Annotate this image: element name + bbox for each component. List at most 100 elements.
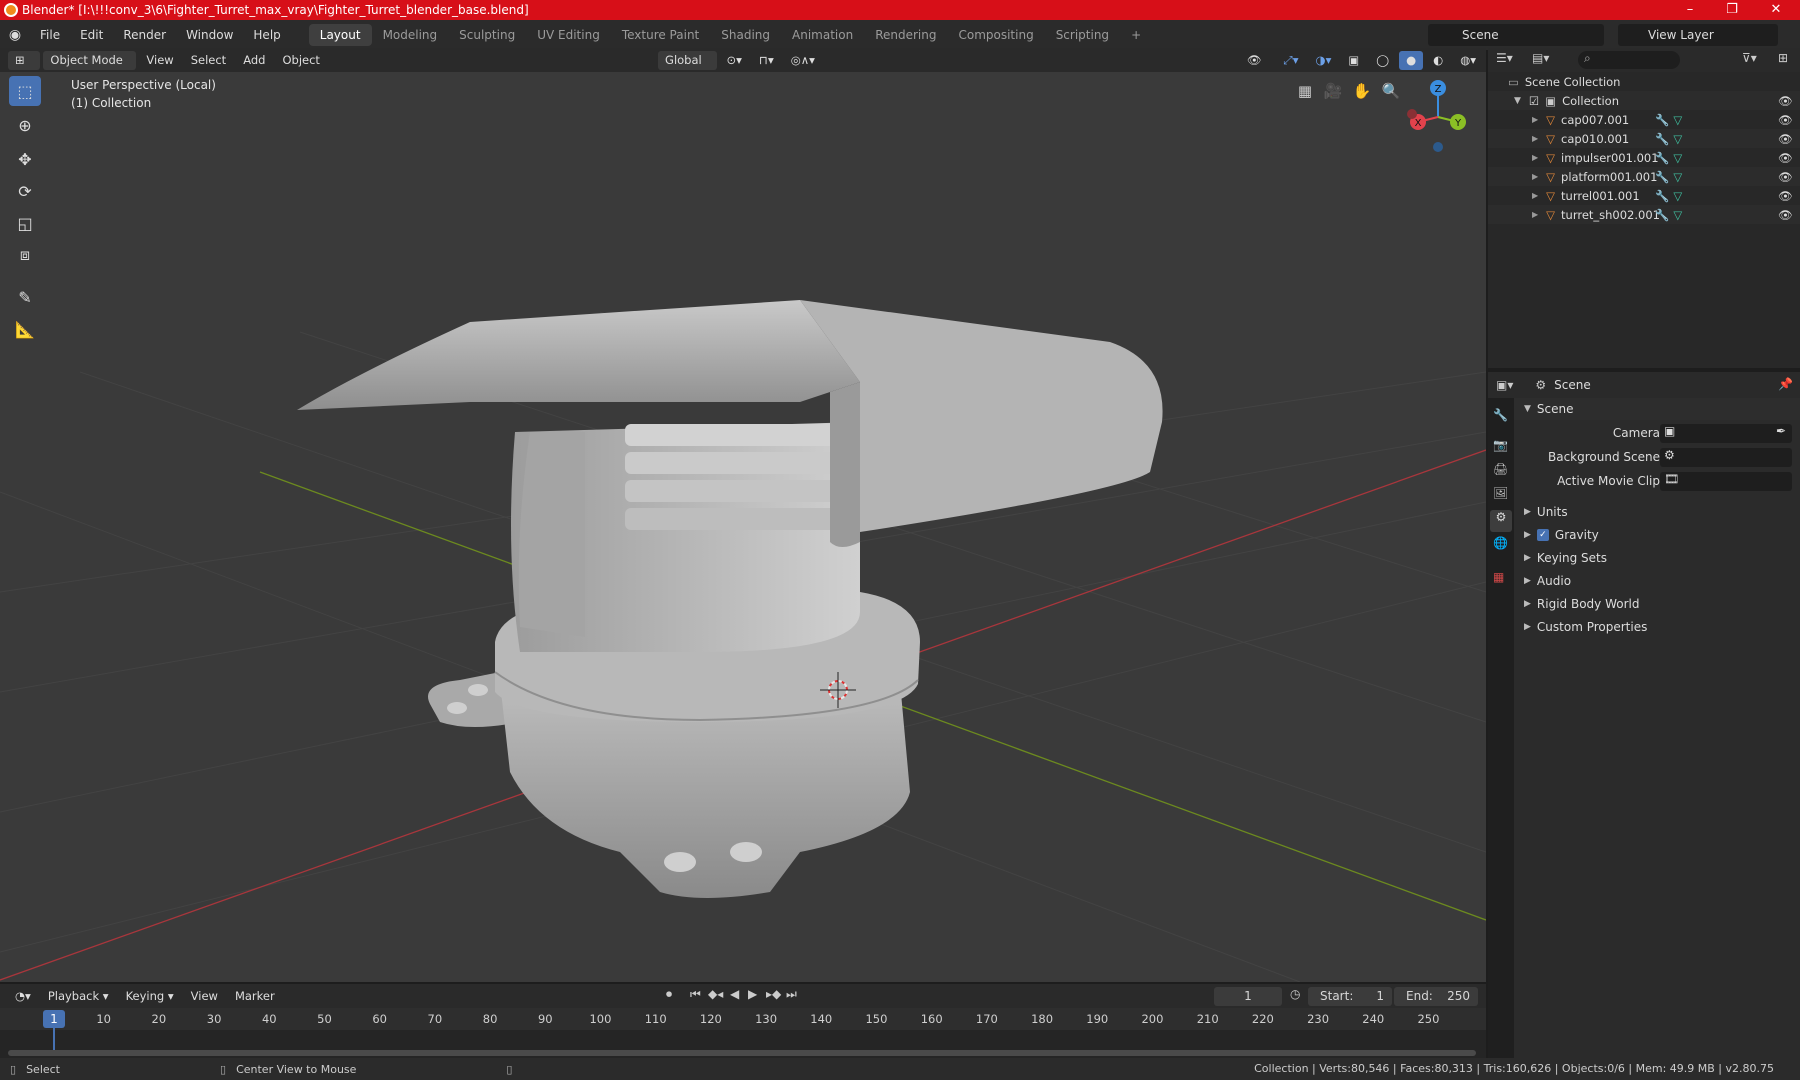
transform-tool-icon[interactable]: ⧈ — [9, 240, 41, 270]
expand-arrow-icon[interactable]: ▶ — [1532, 191, 1538, 200]
eye-icon[interactable]: 👁 — [1778, 132, 1793, 146]
menu-keying[interactable]: Keying ▾ — [119, 987, 181, 1006]
mesh-data-icon[interactable]: ▽ — [1673, 151, 1682, 165]
pivot-icon[interactable]: ⊙▾ — [720, 51, 749, 70]
menu-select[interactable]: Select — [184, 51, 233, 70]
eye-icon[interactable]: 👁 — [1778, 208, 1793, 222]
rotate-tool-icon[interactable]: ⟳ — [9, 176, 41, 206]
expand-arrow-icon[interactable]: ▶ — [1532, 172, 1538, 181]
mesh-data-icon[interactable]: ▽ — [1673, 132, 1682, 146]
units-panel[interactable]: ▶ Units — [1514, 501, 1800, 523]
tab-modeling[interactable]: Modeling — [372, 24, 449, 46]
mesh-data-icon[interactable]: ▽ — [1673, 189, 1682, 203]
outliner-object-row[interactable]: ▶ ▽ turrel001.001 🔧 ▽ 👁 — [1488, 186, 1800, 205]
filter-icon[interactable]: ⊽▾ — [1742, 51, 1757, 65]
start-frame-field[interactable]: Start: 1 — [1308, 987, 1392, 1006]
menu-playback[interactable]: Playback ▾ — [41, 987, 116, 1006]
scale-tool-icon[interactable]: ◱ — [9, 208, 41, 238]
annotate-tool-icon[interactable]: ✎ — [9, 282, 41, 312]
outliner-row-scene-collection[interactable]: ▭ Scene Collection — [1488, 72, 1800, 91]
outliner-object-row[interactable]: ▶ ▽ turret_sh002.001 🔧 ▽ 👁 — [1488, 205, 1800, 224]
rendered-shading-icon[interactable]: ◍▾ — [1453, 51, 1483, 70]
timeline-editor-type-icon[interactable]: ◔▾ — [8, 987, 38, 1006]
editor-type-button[interactable]: ⊞ ▾ — [8, 50, 41, 86]
play-icon[interactable]: ▶ — [748, 987, 757, 1001]
jump-end-icon[interactable]: ⏭ — [786, 987, 797, 1002]
outliner-object-row[interactable]: ▶ ▽ platform001.001 🔧 ▽ 👁 — [1488, 167, 1800, 186]
menu-view[interactable]: View — [139, 51, 180, 70]
outliner-row-collection[interactable]: ▼ ☑ ▣ Collection 👁 — [1488, 91, 1800, 110]
record-icon[interactable]: ⏺ — [666, 987, 672, 1002]
tab-uv-editing[interactable]: UV Editing — [526, 24, 611, 46]
outliner-object-row[interactable]: ▶ ▽ cap007.001 🔧 ▽ 👁 — [1488, 110, 1800, 129]
eye-icon[interactable]: 👁 — [1778, 151, 1793, 165]
material-shading-icon[interactable]: ◐ — [1426, 51, 1450, 70]
expand-arrow-icon[interactable]: ▶ — [1532, 115, 1538, 124]
display-mode-icon[interactable]: ▤▾ — [1532, 51, 1549, 65]
outliner-object-row[interactable]: ▶ ▽ impulser001.001 🔧 ▽ 👁 — [1488, 148, 1800, 167]
add-workspace-button[interactable]: + — [1120, 24, 1152, 46]
snap-icon[interactable]: ⊓▾ — [752, 51, 781, 70]
modifier-wrench-icon[interactable]: 🔧 — [1655, 151, 1669, 165]
mode-selector[interactable]: Object Mode ▾ — [43, 50, 137, 86]
minimize-button[interactable]: – — [1670, 0, 1710, 20]
menu-object[interactable]: Object — [275, 51, 326, 70]
tab-scripting[interactable]: Scripting — [1045, 24, 1120, 46]
camera-view-icon[interactable]: 🎥 — [1320, 78, 1346, 104]
outliner-search-input[interactable]: ⌕ — [1578, 51, 1680, 69]
navigation-gizmo[interactable]: Z Y X — [1398, 72, 1486, 162]
pin-icon[interactable]: 📌 — [1778, 377, 1793, 391]
end-frame-field[interactable]: End: 250 — [1394, 987, 1478, 1006]
render-tab-icon[interactable]: 📷 — [1493, 438, 1508, 452]
scene-selector[interactable]: Scene — [1428, 24, 1604, 46]
eye-icon[interactable]: 👁 — [1778, 113, 1793, 127]
current-frame-field[interactable]: 1 — [1214, 987, 1282, 1006]
mesh-data-icon[interactable]: ▽ — [1673, 170, 1682, 184]
modifier-wrench-icon[interactable]: 🔧 — [1655, 208, 1669, 222]
properties-editor-type-icon[interactable]: ▣▾ — [1496, 378, 1513, 392]
menu-add[interactable]: Add — [236, 51, 272, 70]
timeline[interactable]: 10 20 30 40 50 60 70 80 90 100 110 120 130 140 150 160 1… — [0, 1008, 1486, 1058]
expand-arrow-icon[interactable]: ▶ — [1532, 153, 1538, 162]
tab-sculpting[interactable]: Sculpting — [448, 24, 526, 46]
toggle-grid-view-icon[interactable]: ▦ — [1292, 78, 1318, 104]
jump-keyframe-forward-icon[interactable]: ▸◆ — [766, 987, 781, 1001]
keying-sets-panel[interactable]: ▶ Keying Sets — [1514, 547, 1800, 569]
frame-ruler[interactable]: 10 20 30 40 50 60 70 80 90 100 110 120 130 140 150 160 1… — [0, 1008, 1486, 1030]
eye-icon[interactable]: 👁 — [1778, 94, 1793, 108]
menu-edit[interactable]: Edit — [70, 28, 113, 42]
tab-layout[interactable]: Layout — [308, 24, 372, 46]
cursor-tool-icon[interactable]: ⊕ — [9, 110, 41, 140]
menu-help[interactable]: Help — [243, 28, 290, 42]
visibility-icon[interactable]: 👁▾ — [1240, 51, 1274, 86]
modifier-wrench-icon[interactable]: 🔧 — [1655, 113, 1669, 127]
tab-rendering[interactable]: Rendering — [864, 24, 947, 46]
outliner-editor-type-icon[interactable]: ☰▾ — [1496, 51, 1513, 65]
new-collection-icon[interactable]: ⊞ — [1778, 51, 1788, 65]
tab-shading[interactable]: Shading — [710, 24, 781, 46]
play-reverse-icon[interactable]: ◀ — [730, 987, 739, 1001]
menu-marker[interactable]: Marker — [228, 987, 282, 1006]
modifier-wrench-icon[interactable]: 🔧 — [1655, 189, 1669, 203]
outliner-object-row[interactable]: ▶ ▽ cap010.001 🔧 ▽ 👁 — [1488, 129, 1800, 148]
jump-keyframe-back-icon[interactable]: ◆◂ — [708, 987, 723, 1001]
mesh-data-icon[interactable]: ▽ — [1673, 113, 1682, 127]
move-tool-icon[interactable]: ✥ — [9, 144, 41, 174]
3d-viewport[interactable]: User Perspective (Local) (1) Collection … — [0, 72, 1486, 982]
scene-tab-icon[interactable]: ⚙ — [1490, 510, 1512, 532]
menu-window[interactable]: Window — [176, 28, 243, 42]
measure-tool-icon[interactable]: 📐 — [9, 314, 41, 344]
camera-field[interactable]: ▣ ✒ — [1660, 423, 1792, 443]
proportional-edit-icon[interactable]: ◎∧▾ — [784, 51, 822, 70]
solid-shading-icon[interactable]: ● — [1399, 50, 1424, 70]
tool-tab-icon[interactable]: 🔧 — [1493, 408, 1508, 422]
tab-animation[interactable]: Animation — [781, 24, 864, 46]
view-layer-selector[interactable]: View Layer — [1618, 24, 1778, 46]
tab-compositing[interactable]: Compositing — [947, 24, 1044, 46]
eyedropper-icon[interactable]: ✒ — [1776, 424, 1786, 438]
audio-panel[interactable]: ▶ Audio — [1514, 570, 1800, 592]
select-box-tool-icon[interactable]: ⬚ — [9, 76, 41, 106]
pan-view-hand-icon[interactable]: ✋ — [1349, 78, 1375, 104]
view-layer-tab-icon[interactable]: 🖼 — [1493, 486, 1508, 500]
tab-texture-paint[interactable]: Texture Paint — [611, 24, 710, 46]
